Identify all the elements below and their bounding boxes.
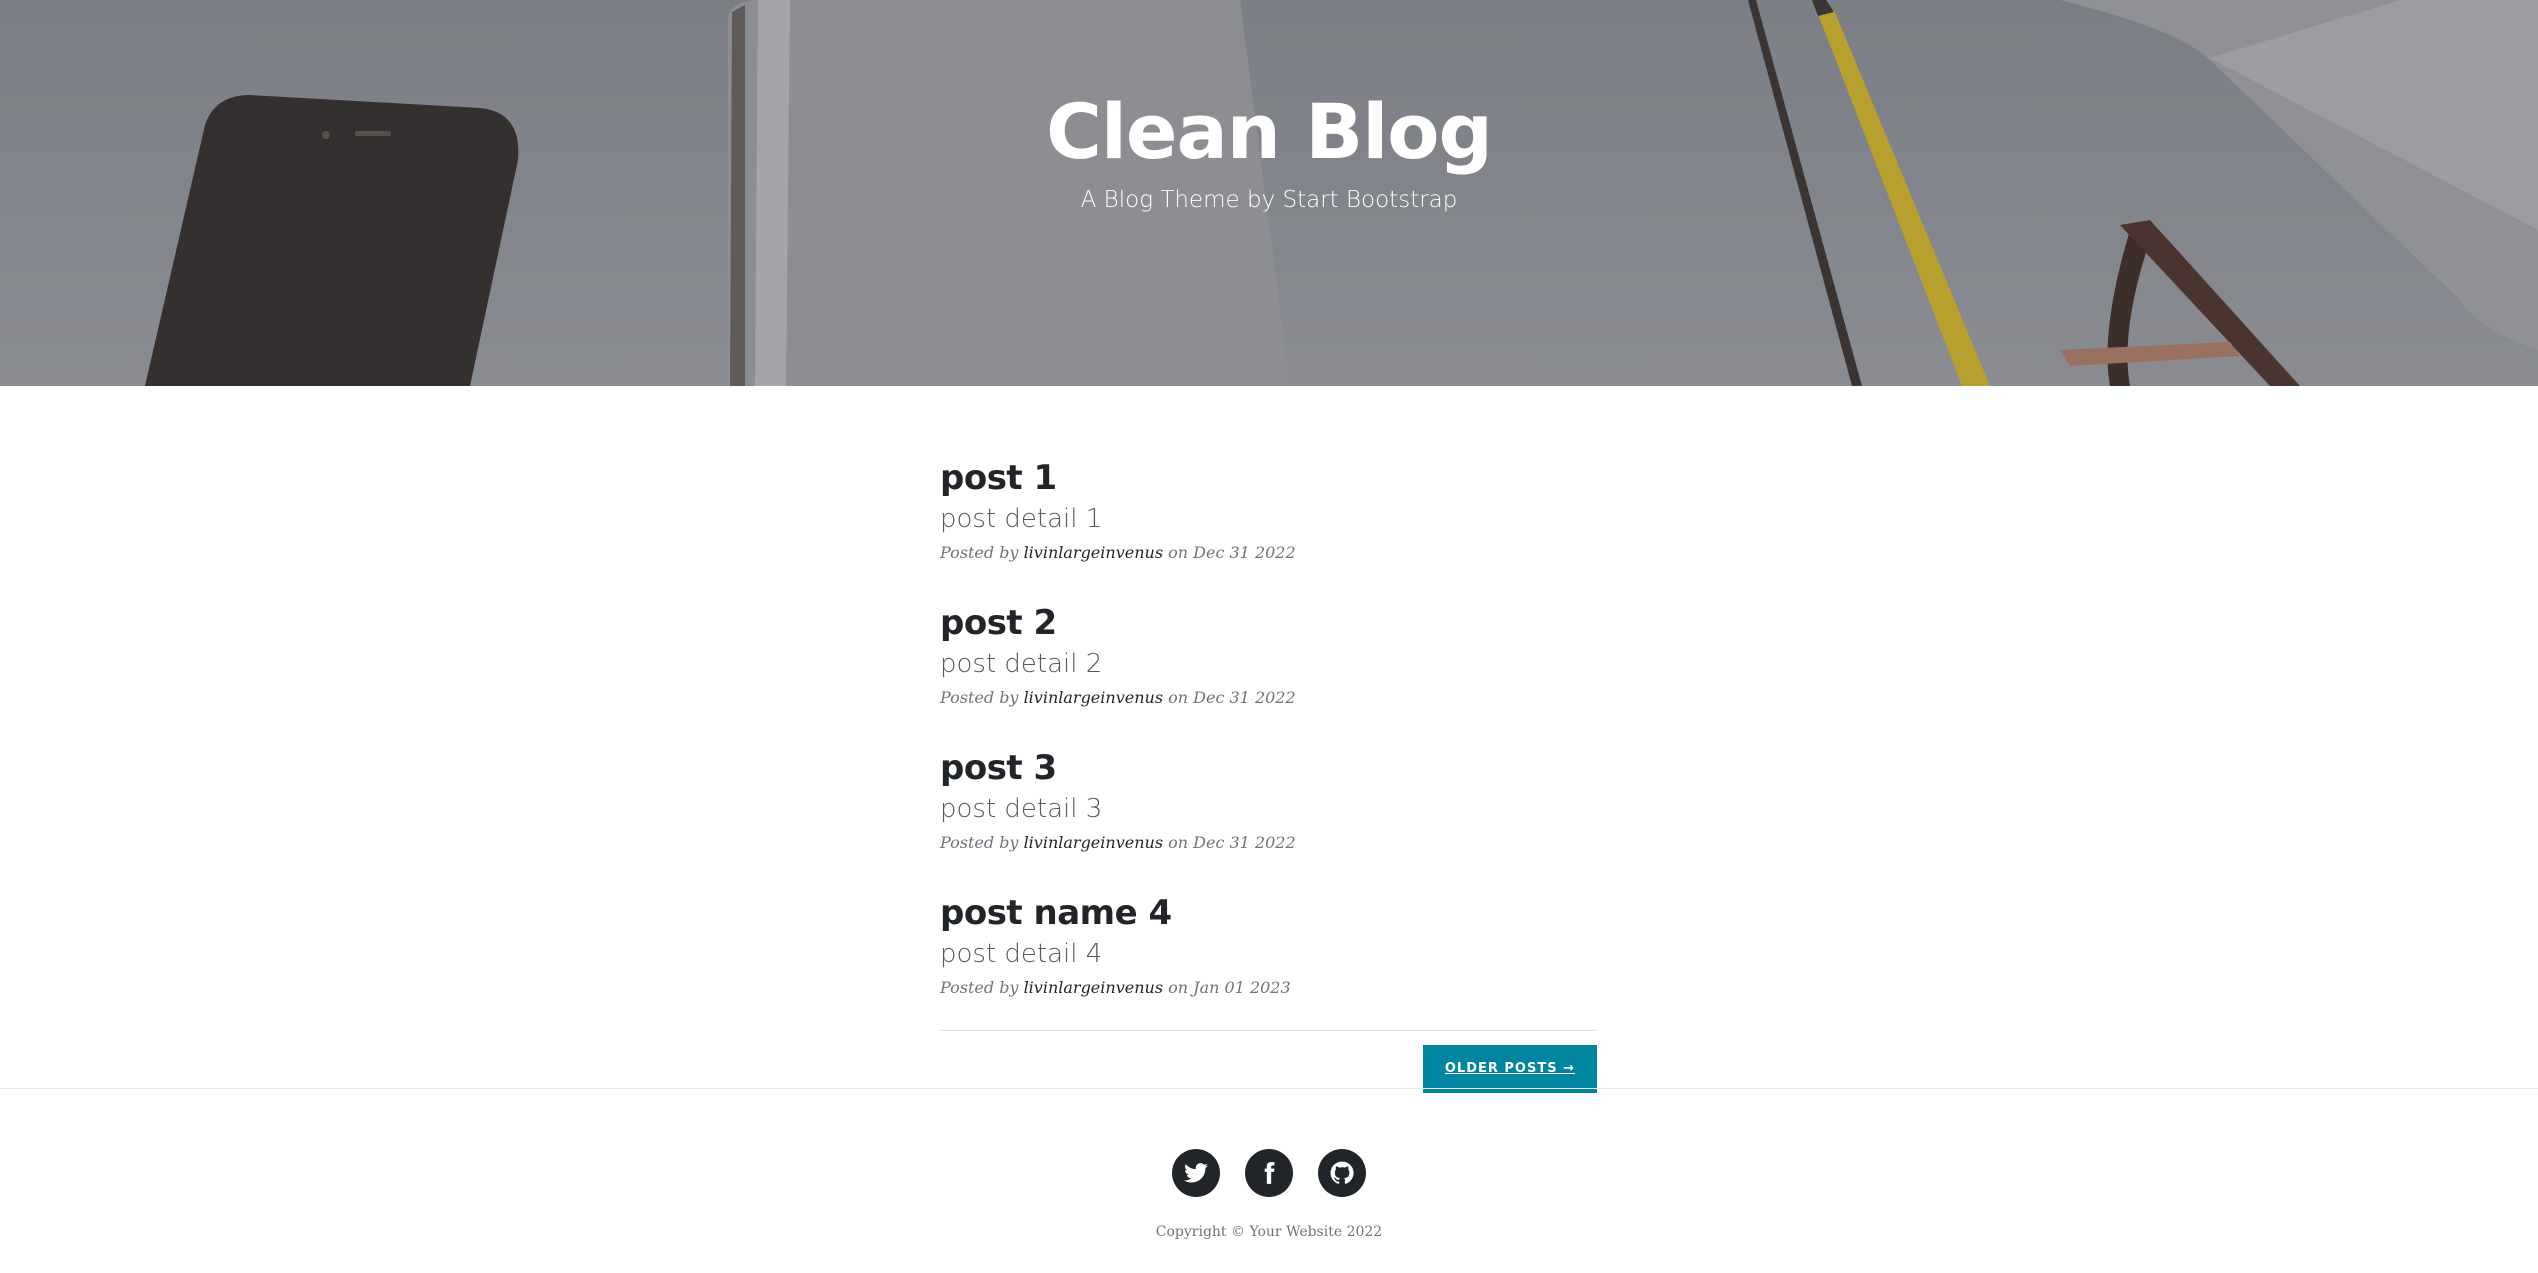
post-date: Dec 31 2022: [1193, 543, 1296, 562]
post-date: Jan 01 2023: [1193, 978, 1291, 997]
github-icon: [1330, 1161, 1354, 1184]
post-author-link[interactable]: livinlargeinvenus: [1024, 833, 1163, 852]
on-label: on: [1168, 978, 1189, 997]
facebook-icon: [1264, 1162, 1275, 1184]
on-label: on: [1168, 688, 1189, 707]
post-title-link[interactable]: post 3: [940, 746, 1597, 790]
post-subtitle: post detail 4: [940, 939, 1103, 969]
site-subtitle: A Blog Theme by Start Bootstrap: [1080, 187, 1458, 213]
post-title-link[interactable]: post 2: [940, 601, 1597, 645]
post-preview: post 2 post detail 2 Posted by livinlarg…: [940, 601, 1597, 709]
github-link[interactable]: [1318, 1149, 1366, 1197]
post-meta: Posted by livinlargeinvenus on Jan 01 20…: [940, 977, 1597, 999]
post-preview: post 1 post detail 1 Posted by livinlarg…: [940, 456, 1597, 564]
post-subtitle: post detail 2: [940, 649, 1103, 679]
post-list: post 1 post detail 1 Posted by livinlarg…: [940, 456, 1597, 1093]
masthead: Clean Blog A Blog Theme by Start Bootstr…: [0, 0, 2538, 386]
facebook-link[interactable]: [1245, 1149, 1293, 1197]
post-meta: Posted by livinlargeinvenus on Dec 31 20…: [940, 832, 1597, 854]
footer-divider: [0, 1088, 2538, 1089]
post-title-link[interactable]: post name 4: [940, 891, 1597, 935]
post-subtitle: post detail 1: [940, 504, 1103, 534]
post-meta: Posted by livinlargeinvenus on Dec 31 20…: [940, 542, 1597, 564]
twitter-icon: [1184, 1163, 1208, 1183]
site-title: Clean Blog: [1046, 87, 1493, 176]
post-meta: Posted by livinlargeinvenus on Dec 31 20…: [940, 687, 1597, 709]
twitter-link[interactable]: [1172, 1149, 1220, 1197]
older-posts-button[interactable]: Older Posts →: [1422, 1045, 1597, 1093]
copyright-text: Copyright © Your Website 2022: [1155, 1224, 1383, 1240]
post-author-link[interactable]: livinlargeinvenus: [1024, 978, 1163, 997]
post-title-link[interactable]: post 1: [940, 456, 1597, 500]
posted-by-label: Posted by: [940, 833, 1019, 852]
masthead-heading: Clean Blog A Blog Theme by Start Bootstr…: [0, 90, 2538, 214]
post-date: Dec 31 2022: [1193, 833, 1296, 852]
post-author-link[interactable]: livinlargeinvenus: [1024, 688, 1163, 707]
on-label: on: [1168, 543, 1189, 562]
post-subtitle: post detail 3: [940, 794, 1103, 824]
post-date: Dec 31 2022: [1193, 688, 1296, 707]
pager: Older Posts →: [940, 1045, 1597, 1093]
posted-by-label: Posted by: [940, 688, 1019, 707]
posted-by-label: Posted by: [940, 978, 1019, 997]
on-label: on: [1168, 833, 1189, 852]
posted-by-label: Posted by: [940, 543, 1019, 562]
social-links: [0, 1149, 2538, 1197]
post-author-link[interactable]: livinlargeinvenus: [1024, 543, 1163, 562]
post-preview: post name 4 post detail 4 Posted by livi…: [940, 891, 1597, 999]
divider: [940, 1030, 1597, 1031]
post-preview: post 3 post detail 3 Posted by livinlarg…: [940, 746, 1597, 854]
